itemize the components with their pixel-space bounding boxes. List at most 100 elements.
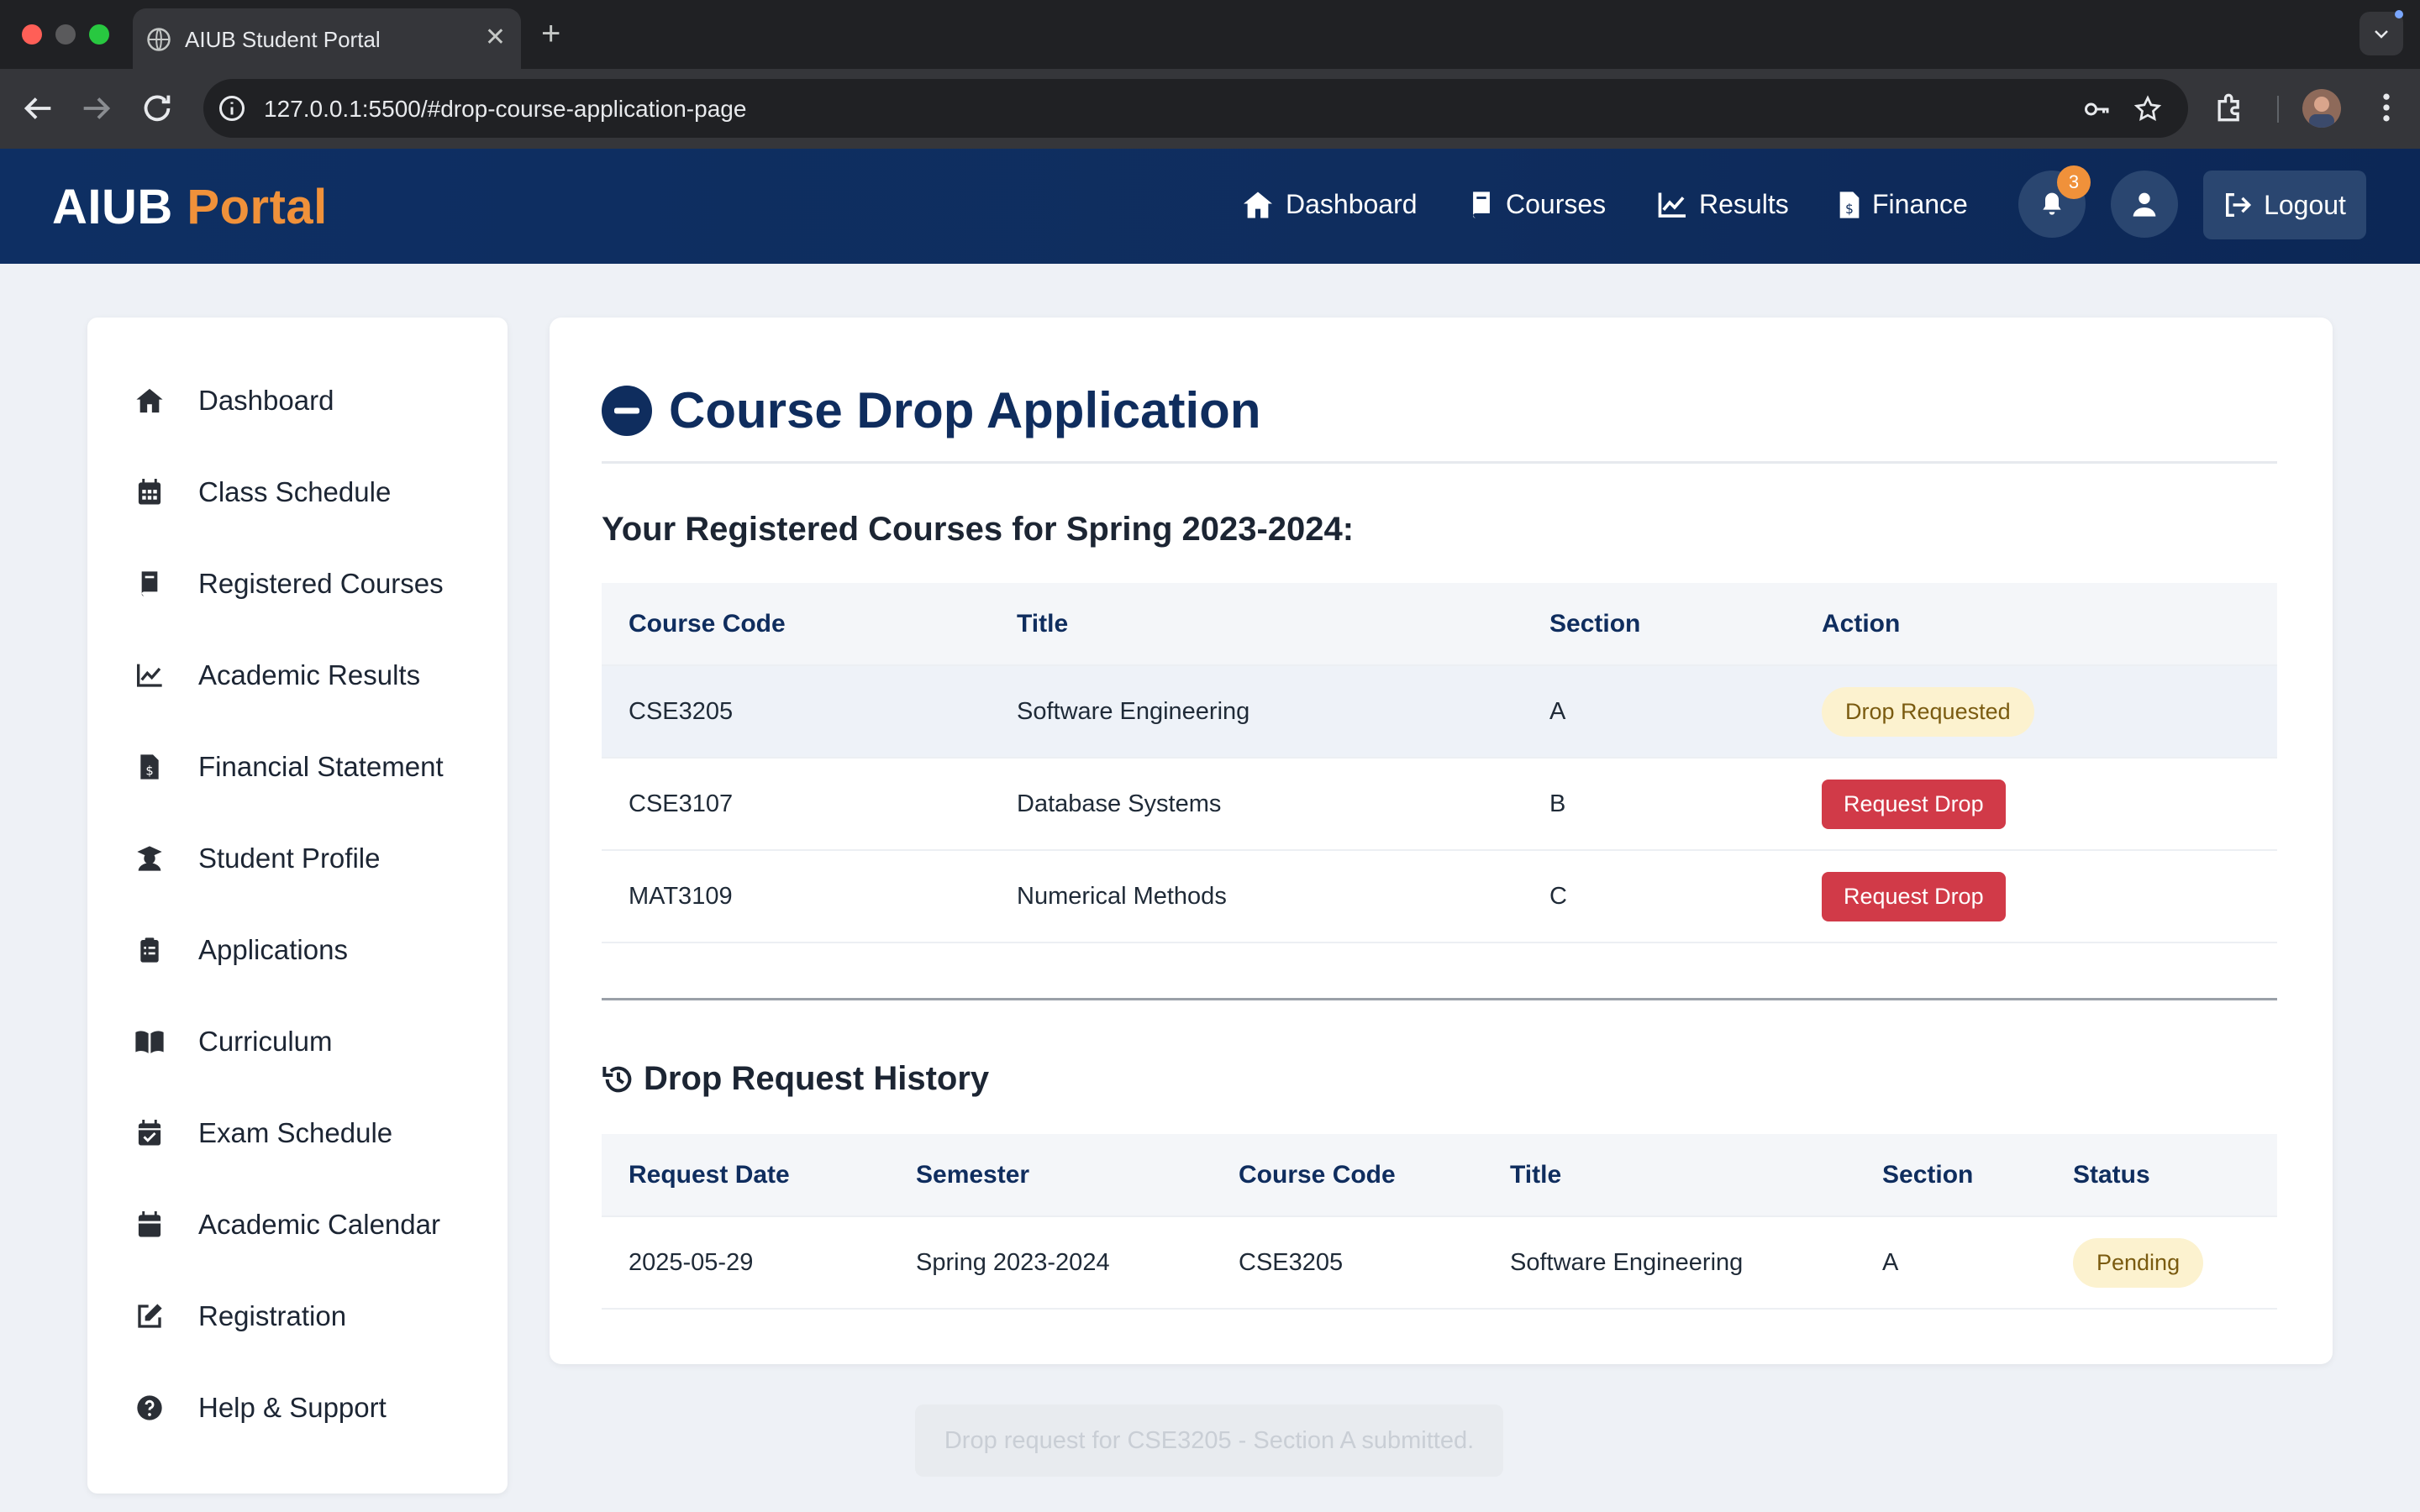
url-text: 127.0.0.1:5500/#drop-course-application-…	[264, 96, 747, 122]
sign-out-icon	[2226, 193, 2252, 217]
sidebar-item-dashboard[interactable]: Dashboard	[134, 385, 334, 417]
open-book-icon	[134, 1026, 165, 1057]
sidebar-item-financial-statement[interactable]: $ Financial Statement	[134, 751, 444, 783]
sidebar-item-label: Academic Results	[198, 659, 421, 690]
sidebar-item-label: Curriculum	[198, 1026, 333, 1057]
column-header: Section	[1882, 1160, 1974, 1189]
table-header-row: Request Date Semester Course Code Title …	[602, 1134, 2277, 1216]
action-cell: Drop Requested	[1795, 664, 2277, 758]
window-maximize-button[interactable]	[89, 24, 109, 45]
nav-finance[interactable]: $ Finance	[1839, 189, 1968, 220]
reload-icon[interactable]	[138, 89, 176, 128]
logout-button[interactable]: Logout	[2203, 171, 2366, 239]
sidebar-item-class-schedule[interactable]: Class Schedule	[134, 476, 391, 508]
new-tab-button[interactable]: +	[541, 15, 560, 52]
chart-line-icon	[1658, 192, 1686, 218]
request-drop-button[interactable]: Request Drop	[1822, 871, 2006, 921]
sidebar-item-help-support[interactable]: Help & Support	[134, 1392, 387, 1424]
sidebar-item-label: Exam Schedule	[198, 1117, 393, 1148]
drop-history-heading-text: Drop Request History	[644, 1060, 990, 1097]
tab-close-icon[interactable]: ✕	[485, 24, 506, 52]
course-title-cell: Numerical Methods	[990, 849, 1523, 943]
column-header: Course Code	[629, 609, 786, 638]
edit-icon	[134, 1301, 165, 1331]
nav-label: Results	[1699, 189, 1789, 219]
window-minimize-button[interactable]	[55, 24, 76, 45]
course-title-cell: Software Engineering	[990, 664, 1523, 758]
sidebar-item-student-profile[interactable]: Student Profile	[134, 843, 380, 874]
sidebar-item-label: Class Schedule	[198, 476, 392, 507]
browser-tab[interactable]: AIUB Student Portal ✕	[133, 8, 521, 69]
column-header: Section	[1549, 609, 1641, 638]
invoice-dollar-icon: $	[134, 752, 165, 782]
site-info-icon[interactable]	[217, 93, 247, 123]
page-title: Course Drop Application	[602, 381, 1260, 439]
nav-label: Finance	[1872, 189, 1968, 219]
browser-tab-bar: AIUB Student Portal ✕ +	[0, 0, 2420, 69]
tab-search-button[interactable]	[2360, 12, 2403, 55]
nav-label: Courses	[1506, 189, 1607, 219]
sidebar-item-academic-results[interactable]: Academic Results	[134, 659, 420, 691]
sidebar-item-label: Academic Calendar	[198, 1209, 440, 1240]
course-code-cell: CSE3205	[602, 664, 990, 758]
svg-text:$: $	[1845, 201, 1854, 216]
sidebar-item-label: Registered Courses	[198, 568, 444, 599]
profile-button[interactable]	[2111, 171, 2178, 238]
minus-circle-icon	[602, 385, 652, 436]
course-code-cell: CSE3205	[1212, 1215, 1483, 1310]
more-vert-icon[interactable]	[2368, 89, 2405, 126]
globe-icon	[147, 28, 171, 51]
registered-courses-heading: Your Registered Courses for Spring 2023-…	[602, 511, 1355, 548]
column-header: Title	[1017, 609, 1069, 638]
nav-dashboard[interactable]: Dashboard	[1242, 189, 1418, 220]
action-cell: Request Drop	[1795, 757, 2277, 850]
sidebar-item-label: Financial Statement	[198, 751, 444, 782]
course-title-cell: Database Systems	[990, 757, 1523, 850]
sidebar-item-applications[interactable]: Applications	[134, 934, 348, 966]
section-cell: C	[1523, 849, 1795, 943]
sidebar-item-exam-schedule[interactable]: Exam Schedule	[134, 1117, 392, 1149]
request-drop-button[interactable]: Request Drop	[1822, 779, 2006, 829]
notifications-button[interactable]: 3	[2018, 165, 2091, 238]
sidebar: Dashboard Class Schedule Registered Cour…	[87, 318, 508, 1494]
brand-primary: AIUB	[52, 180, 173, 234]
sidebar-item-label: Help & Support	[198, 1392, 387, 1423]
nav-results[interactable]: Results	[1657, 189, 1789, 220]
bookmark-star-icon[interactable]	[2133, 94, 2163, 124]
section-cell: A	[1855, 1215, 2046, 1310]
update-indicator	[2395, 10, 2403, 18]
calendar-grid-icon	[134, 477, 165, 507]
app-header: AIUB Portal Dashboard Courses Results $ …	[0, 149, 2420, 264]
forward-arrow-icon[interactable]	[77, 89, 116, 128]
calendar-icon	[134, 1210, 165, 1240]
address-bar[interactable]: 127.0.0.1:5500/#drop-course-application-…	[203, 79, 2188, 138]
window-close-button[interactable]	[22, 24, 42, 45]
sidebar-item-academic-calendar[interactable]: Academic Calendar	[134, 1209, 440, 1241]
tab-title: AIUB Student Portal	[185, 27, 381, 52]
extensions-puzzle-icon[interactable]	[2212, 89, 2249, 126]
request-date-cell: 2025-05-29	[602, 1215, 889, 1310]
section-cell: B	[1523, 757, 1795, 850]
column-header: Title	[1510, 1160, 1562, 1189]
table-row: MAT3109 Numerical Methods C Request Drop	[602, 849, 2277, 943]
profile-avatar[interactable]	[2302, 89, 2341, 128]
sidebar-item-registration[interactable]: Registration	[134, 1300, 346, 1332]
table-header-row: Course Code Title Section Action	[602, 583, 2277, 665]
book-icon	[1473, 191, 1490, 218]
nav-courses[interactable]: Courses	[1469, 189, 1606, 220]
status-badge: Pending	[2073, 1237, 2204, 1288]
sidebar-item-registered-courses[interactable]: Registered Courses	[134, 568, 444, 600]
toast-notification: Drop request for CSE3205 - Section A sub…	[915, 1404, 1503, 1477]
graduate-icon	[134, 843, 165, 874]
bell-icon	[2043, 192, 2061, 215]
column-header: Status	[2073, 1160, 2150, 1189]
semester-cell: Spring 2023-2024	[889, 1215, 1212, 1310]
book-icon	[134, 569, 165, 599]
column-header: Course Code	[1239, 1160, 1396, 1189]
back-arrow-icon[interactable]	[18, 89, 57, 128]
key-icon[interactable]	[2082, 94, 2112, 124]
nav-label: Dashboard	[1286, 189, 1418, 219]
brand-logo[interactable]: AIUB Portal	[52, 179, 328, 235]
sidebar-item-label: Applications	[198, 934, 348, 965]
sidebar-item-curriculum[interactable]: Curriculum	[134, 1026, 333, 1058]
